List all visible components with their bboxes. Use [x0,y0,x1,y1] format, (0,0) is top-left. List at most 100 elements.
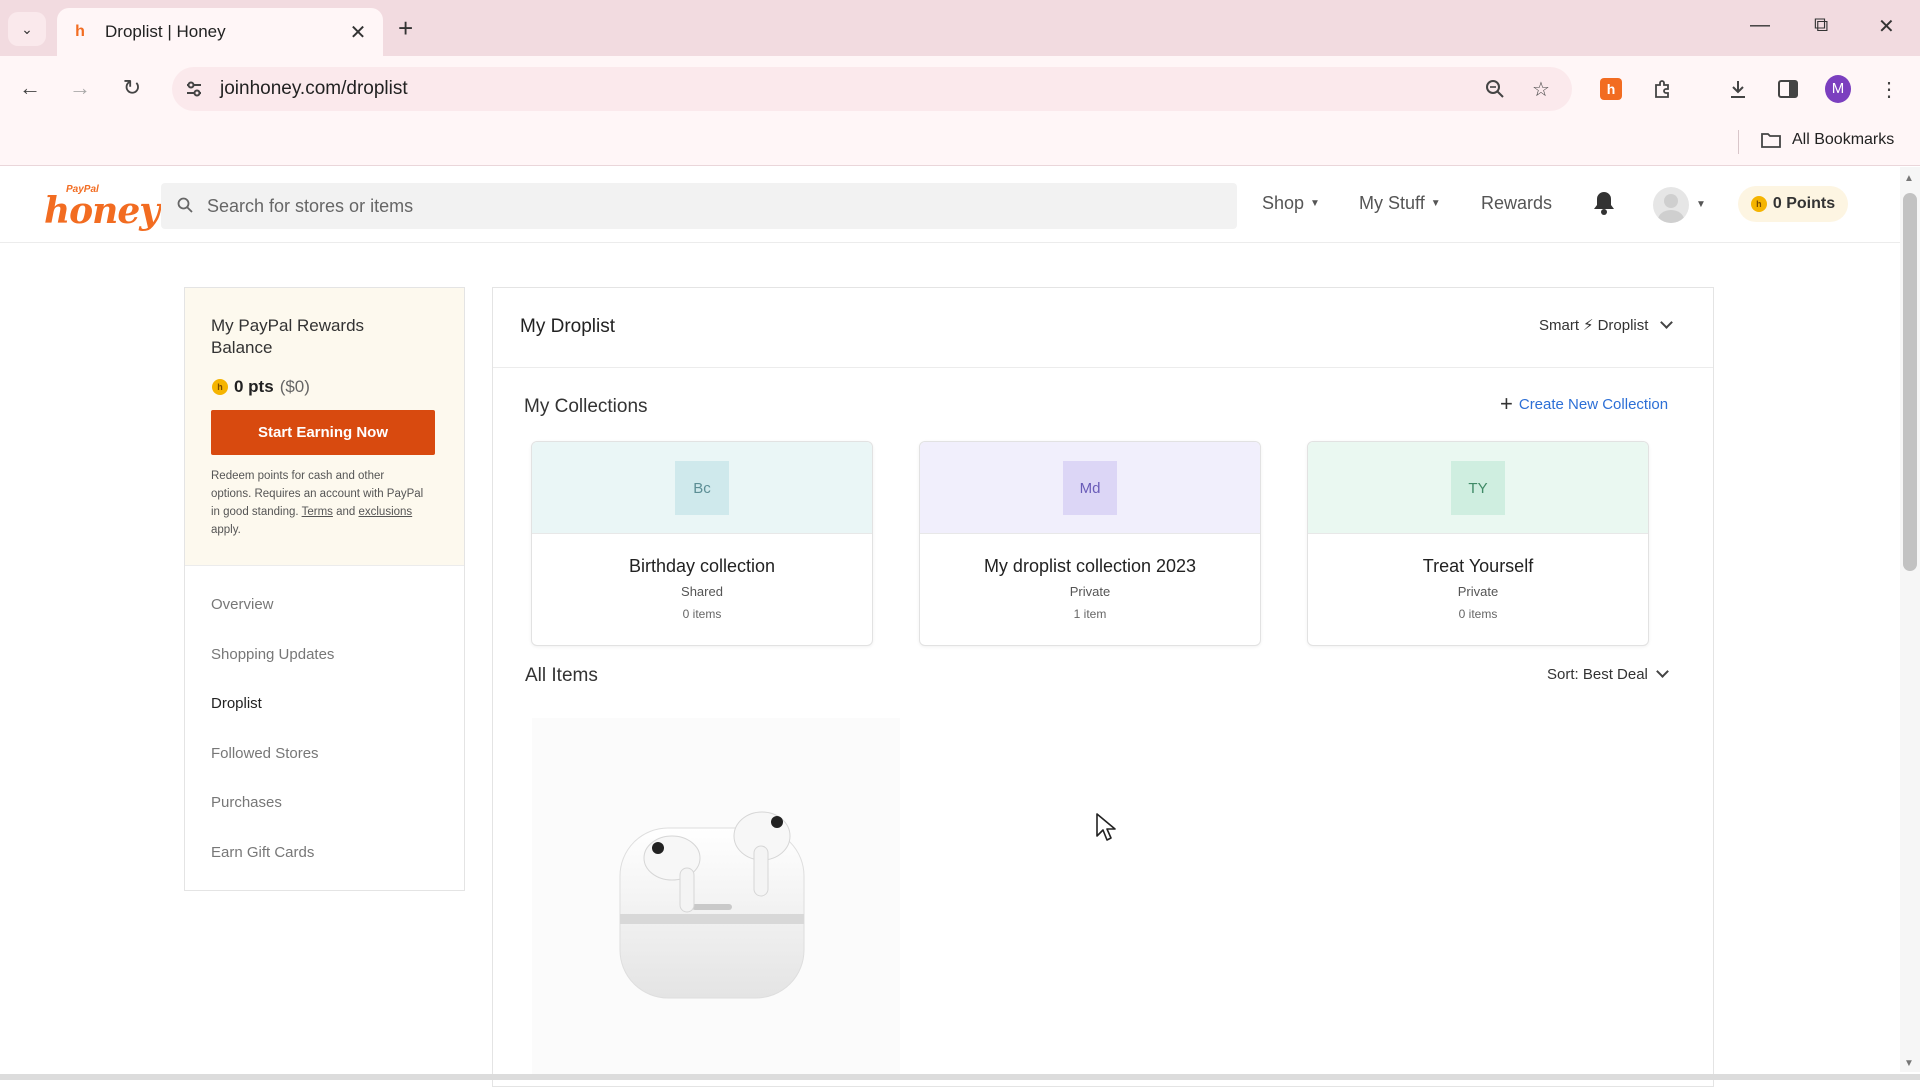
create-collection-label: Create New Collection [1518,395,1669,413]
scroll-up-icon[interactable]: ▲ [1904,173,1914,184]
collection-initials: Md [1063,461,1117,515]
bookmarks-separator [1738,130,1739,154]
tab-search-button[interactable]: ⌄ [8,12,46,46]
page-title: My Droplist [520,316,616,337]
bookmarks-bar [0,122,1920,166]
card-header: TY [1308,442,1648,534]
tab-title: Droplist | Honey [105,22,226,41]
sidebar-item-followed-stores[interactable]: Followed Stores [211,745,319,762]
scrollbar-thumb[interactable] [1903,193,1917,571]
sort-label: Sort: Best Deal [1547,666,1648,683]
collection-card[interactable]: TY Treat Yourself Private 0 items [1307,441,1649,646]
sidebar-item-earn-gift-cards[interactable]: Earn Gift Cards [211,844,314,861]
all-bookmarks-label: All Bookmarks [1792,131,1895,148]
user-avatar[interactable] [1653,187,1689,223]
browser-menu-icon[interactable]: ⋮ [1876,76,1902,102]
url-text[interactable]: joinhoney.com/droplist [220,78,408,100]
points-label: 0 Points [1772,195,1836,212]
folder-icon [1761,133,1781,148]
points-value: ($0) [279,377,310,396]
collection-initials: Bc [675,461,729,515]
scroll-down-icon[interactable]: ▼ [1904,1058,1914,1069]
restore-icon[interactable]: ⧉ [1814,14,1828,37]
plus-icon: + [1500,391,1513,416]
collection-count: 0 items [682,607,722,621]
sidebar-item-overview[interactable]: Overview [211,596,274,613]
site-info-icon[interactable] [182,77,206,101]
collection-name: My droplist collection 2023 [983,556,1197,576]
reload-icon[interactable]: ↻ [116,72,148,104]
rewards-note: Redeem points for cash and other options… [211,467,426,539]
panel-divider [493,367,1713,368]
minimize-icon[interactable]: — [1750,14,1770,37]
product-card[interactable] [532,718,900,1080]
close-tab-icon[interactable]: ✕ [347,20,369,45]
collection-card[interactable]: Md My droplist collection 2023 Private 1… [919,441,1261,646]
browser-tab[interactable]: h Droplist | Honey ✕ [57,8,383,56]
exclusions-link[interactable]: exclusions [358,506,412,518]
rewards-title: My PayPal Rewards Balance [211,316,365,357]
collection-card[interactable]: Bc Birthday collection Shared 0 items [531,441,873,646]
coin-icon: h [1750,196,1767,212]
extensions-icon[interactable] [1650,76,1676,102]
zoom-icon[interactable] [1482,76,1508,102]
nav-shop-label: Shop [1262,193,1305,213]
collections-heading: My Collections [524,396,648,417]
collection-count: 1 item [1073,607,1107,621]
nav-rewards[interactable]: Rewards [1481,193,1552,214]
collection-name: Treat Yourself [1422,556,1534,576]
rewards-points: h 0 pts ($0) [212,377,310,397]
nav-rewards-label: Rewards [1481,193,1553,213]
store-search[interactable] [161,183,1237,229]
lightning-icon: ⚡︎ [1583,317,1594,334]
collection-initials: TY [1451,461,1505,515]
side-panel-icon[interactable] [1775,76,1801,102]
forward-icon[interactable]: → [64,72,96,104]
caret-down-icon: ▼ [1310,198,1320,209]
sidebar-item-droplist[interactable]: Droplist [211,695,262,712]
profile-avatar-icon[interactable]: M [1825,75,1851,103]
card-header: Md [920,442,1260,534]
note-end: apply. [211,524,241,536]
all-bookmarks-button[interactable]: All Bookmarks [1760,131,1894,149]
chevron-down-icon [1656,665,1669,678]
caret-down-icon[interactable]: ▼ [1696,199,1706,210]
points-amount: 0 pts [234,377,274,396]
back-icon[interactable]: ← [14,72,46,104]
search-icon [177,197,195,215]
nav-my-stuff-label: My Stuff [1359,193,1425,213]
close-window-icon[interactable]: ✕ [1878,14,1895,39]
collection-visibility: Shared [681,584,723,599]
smart-droplist-dropdown[interactable]: Smart ⚡︎ Droplist [1539,315,1674,334]
search-input[interactable] [207,195,1107,217]
bookmark-star-icon[interactable]: ☆ [1528,76,1554,102]
bottom-edge [0,1074,1920,1080]
nav-shop[interactable]: Shop ▼ [1262,193,1320,214]
honey-extension-icon[interactable]: h [1598,76,1624,102]
collection-visibility: Private [1457,584,1499,599]
nav-my-stuff[interactable]: My Stuff ▼ [1359,193,1441,214]
collection-name: Birthday collection [628,556,776,576]
caret-down-icon: ▼ [1430,198,1441,209]
sidebar-item-shopping-updates[interactable]: Shopping Updates [211,646,334,663]
smart-label: Smart [1539,316,1580,334]
card-header: Bc [532,442,872,534]
mouse-cursor-icon [1096,813,1116,841]
sort-dropdown[interactable]: Sort: Best Deal [1547,665,1669,683]
create-collection-link[interactable]: + Create New Collection [1500,391,1669,416]
honey-favicon-icon: h [75,23,85,40]
start-earning-button[interactable]: Start Earning Now [211,410,435,455]
download-icon[interactable] [1725,76,1751,102]
droplist-label: Droplist [1597,316,1649,334]
sidebar-item-purchases[interactable]: Purchases [211,794,282,811]
collection-count: 0 items [1458,607,1498,621]
terms-link[interactable]: Terms [302,506,333,518]
chevron-down-icon [1660,315,1674,329]
new-tab-button[interactable]: + [398,14,413,42]
chevron-down-icon: ⌄ [21,20,33,37]
points-badge[interactable]: h 0 Points [1738,186,1848,222]
paypal-honey-logo[interactable]: PayPal honey [44,184,160,232]
collection-visibility: Private [1069,584,1111,599]
note-and: and [332,506,359,518]
notifications-bell-icon[interactable] [1592,190,1618,216]
